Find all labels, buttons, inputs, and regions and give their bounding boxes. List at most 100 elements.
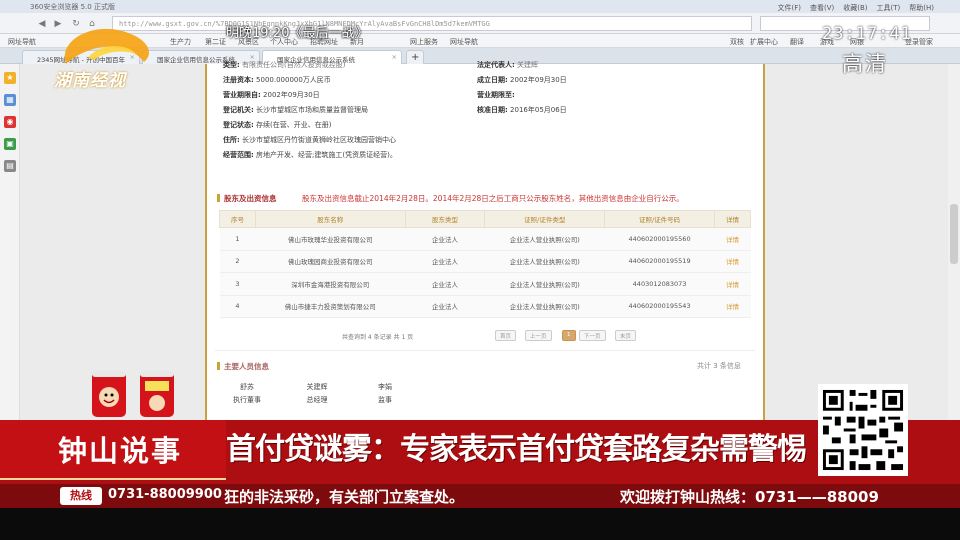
detail-link[interactable]: 详情 [714,227,751,251]
window-title: 360安全浏览器 5.0 正式版 [30,3,115,11]
qr-code-icon [818,384,908,476]
show-name-box: 钟山说事 [0,420,226,480]
menu-favorites[interactable]: 收藏(B) [843,3,867,13]
scrollbar-thumb[interactable] [950,204,958,264]
column-header: 详情 [714,210,751,228]
hotline-badge: 热线 [60,487,102,505]
pagination: 共查询到 4 条记录 共 1 页 首页 上一页 1 下一页 末页 [207,327,763,343]
id-number: 440602000195519 [604,250,715,273]
menu-file[interactable]: 文件(F) [777,3,801,13]
row-number: 2 [219,250,256,273]
divider [215,350,755,351]
menu-bar: 文件(F) 查看(V) 收藏(B) 工具(T) 帮助(H) [777,3,934,13]
table-row: 2 佛山玫瑰园商业投资有限公司 企业法人 企业法人营业执照(公司) 440602… [219,250,751,273]
bookmark-item[interactable]: 翻译 [790,37,804,47]
shareholder-name: 深圳市金海港投资有限公司 [255,272,406,296]
sidebar: ★ ▦ ◉ ▣ ▤ [0,64,20,420]
person-name: 舒苏 [240,383,254,391]
founded-date: 2002年09月30日 [510,76,567,84]
ticker-hotline-text: 欢迎拨打钟山热线：0731——88009 [620,488,879,506]
term-from: 2002年09月30日 [263,91,320,99]
show-name: 钟山说事 [58,434,183,468]
field-label: 登记机关: [223,106,254,114]
bookmark-item[interactable]: 网址导航 [450,37,478,47]
star-icon[interactable]: ★ [4,72,16,84]
record-summary: 共查询到 4 条记录 共 1 页 [342,334,414,341]
id-type: 企业法人营业执照(公司) [484,272,605,296]
field-label: 营业期限自: [223,91,261,99]
person-role: 总经理 [306,396,328,404]
channel-logo-text: 湖南经视 [54,71,126,91]
prev-page-button[interactable]: 上一页 [525,330,552,341]
column-header: 证照/证件类型 [484,210,606,228]
bookmark-item[interactable]: 网址导航 [8,37,36,47]
page-1-button[interactable]: 1 [562,330,576,341]
close-icon[interactable]: × [392,53,397,61]
bookmark-item[interactable]: 扩展中心 [750,37,778,47]
shareholder-name: 佛山玫瑰园商业投资有限公司 [255,250,406,273]
column-header: 股东名称 [254,210,406,228]
id-number: 440602000195543 [604,295,715,318]
row-number: 3 [219,272,256,296]
personnel-count: 共计 3 条信息 [697,362,741,370]
business-scope: 房地产开发、经营;建筑施工(凭资质证经营)。 [256,151,397,159]
menu-tools[interactable]: 工具(T) [877,3,901,13]
field-label: 成立日期: [477,76,508,84]
legal-representative: 关建辉 [517,61,539,69]
detail-link[interactable]: 详情 [714,295,751,318]
bookmark-item[interactable]: 生产力 [170,37,191,47]
next-page-button[interactable]: 下一页 [579,330,606,341]
news-ticker: 热线 0731-88009900 狂的非法采砂，有关部门立案查处。 欢迎拨打钟山… [0,484,960,508]
table-row: 1 佛山市玫瑰华业投资有限公司 企业法人 企业法人营业执照(公司) 440602… [219,227,751,251]
field-label: 类型: [223,61,240,69]
app-icon[interactable]: ▣ [4,138,16,150]
column-header: 序号 [219,210,256,228]
field-label: 注册资本: [223,76,254,84]
person-name: 李娟 [378,383,392,391]
person-role: 执行董事 [233,396,261,404]
title-bar: 360安全浏览器 5.0 正式版 文件(F) 查看(V) 收藏(B) 工具(T)… [0,0,960,13]
personnel-heading: 主要人员信息 [217,361,269,372]
menu-help[interactable]: 帮助(H) [909,3,934,13]
detail-link[interactable]: 详情 [714,272,751,296]
shareholder-name: 佛山市捷丰力投资策划有限公司 [255,295,406,318]
registered-capital: 5000.000000万人民币 [256,76,331,84]
news-headline: 首付贷谜雾：专家表示首付贷套路复杂需警惕 [226,432,807,467]
shareholder-type: 企业法人 [405,295,485,318]
first-page-button[interactable]: 首页 [495,330,517,341]
scrollbar[interactable] [948,64,960,420]
grid-icon[interactable]: ▦ [4,94,16,106]
bookmark-item[interactable]: 第二证 [205,37,226,47]
sponsor-cans-icon [92,371,174,417]
program-promo: 明晚19:20《最后一战》 [226,26,368,41]
hd-badge: 高清 [842,52,888,76]
id-type: 企业法人营业执照(公司) [484,295,605,318]
bookmark-item[interactable]: 网上服务 [410,37,438,47]
detail-link[interactable]: 详情 [714,250,751,273]
field-label: 营业期限至: [477,91,515,99]
id-type: 企业法人营业执照(公司) [484,250,605,273]
hotline-number: 0731-88009900 [108,487,222,502]
field-label: 登记状态: [223,121,254,129]
new-tab-button[interactable]: + [406,50,424,64]
column-header: 股东类型 [404,210,486,228]
last-page-button[interactable]: 末页 [615,330,637,341]
field-label: 经营范围: [223,151,254,159]
url-input[interactable]: http://www.gsxt.gov.cn/%7BD0G1S1NbEgnnkK… [112,16,752,31]
id-number: 440301208307З [604,272,715,296]
shareholders-notice: 股东及出资信息截止2014年2月28日。2014年2月28日之后工商只公示股东姓… [302,194,684,203]
row-number: 4 [219,295,256,318]
company-info-page: 类型: 有限责任公司(自然人投资或控股) 法定代表人: 关建辉 注册资本: 50… [205,61,765,420]
shareholder-type: 企业法人 [405,227,485,251]
shareholder-type: 企业法人 [405,272,485,296]
approved-date: 2016年05月06日 [510,106,567,114]
shareholders-table: 序号 股东名称 股东类型 证照/证件类型 证照/证件号码 详情 1 佛山市玫瑰华… [219,210,751,318]
tool-icon[interactable]: ▤ [4,160,16,172]
weibo-icon[interactable]: ◉ [4,116,16,128]
person-name: 关建辉 [306,383,328,391]
field-label: 法定代表人: [477,61,515,69]
bookmark-item[interactable]: 双核 [730,37,744,47]
menu-view[interactable]: 查看(V) [810,3,834,13]
back-icon[interactable]: ◀ [36,18,48,30]
person-role: 监事 [378,396,392,404]
